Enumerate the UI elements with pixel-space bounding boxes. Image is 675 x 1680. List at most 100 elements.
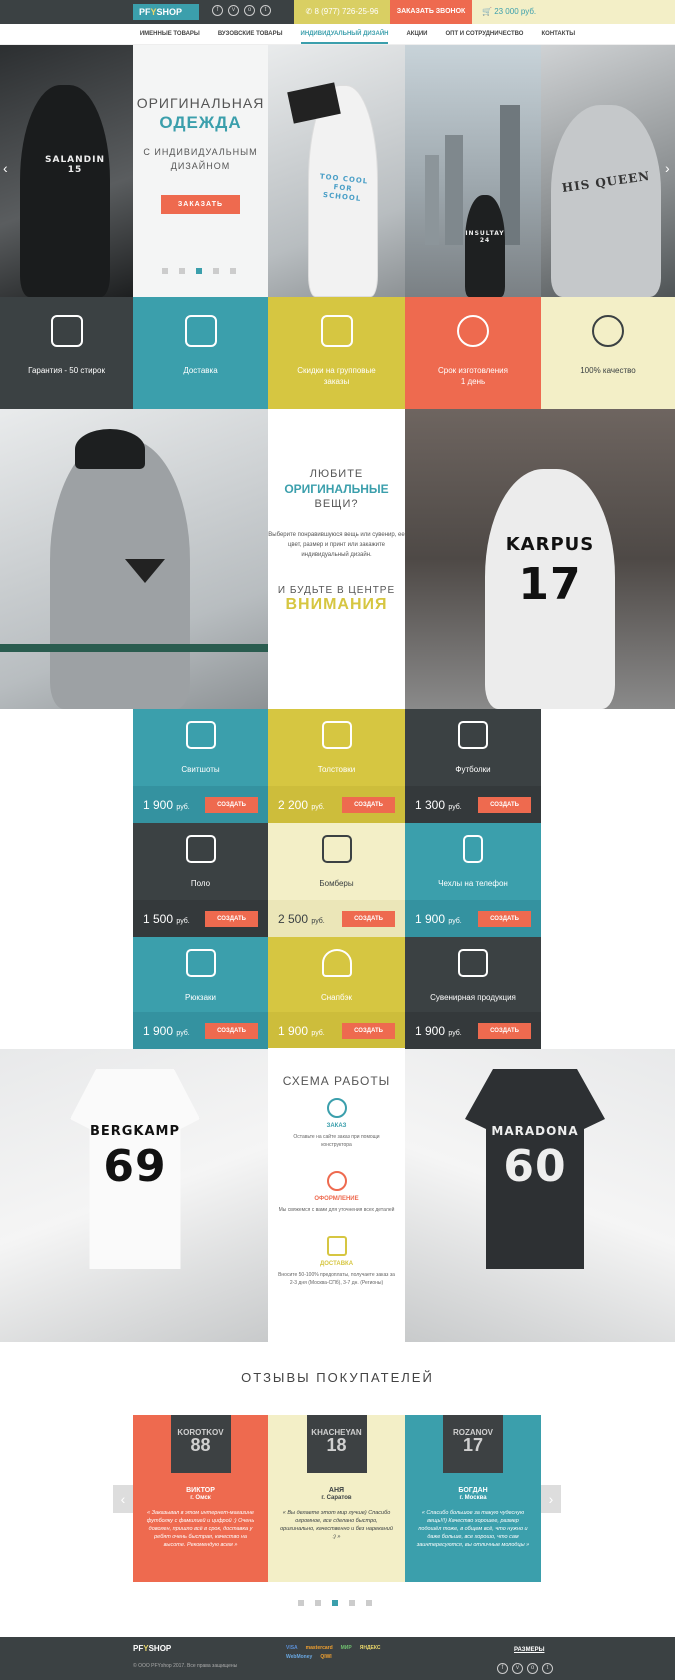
product-tile-bombers[interactable]: Бомберы 2 500 руб. СОЗДАТЬ	[268, 823, 405, 937]
cap-icon	[321, 949, 352, 977]
nav-item-wholesale[interactable]: ОПТ И СОТРУДНИЧЕСТВО	[445, 24, 523, 44]
hero-photo-city: INSULTAY 24	[405, 45, 541, 297]
twitter-icon[interactable]: t	[542, 1663, 553, 1674]
vk-icon[interactable]: v	[512, 1663, 523, 1674]
slider-dot[interactable]	[298, 1600, 304, 1606]
review-card: ROZANOV 17 БОГДАН г. Москва « Спасибо бол…	[405, 1415, 541, 1582]
reviews-prev-arrow[interactable]: ‹	[113, 1485, 133, 1513]
quality-badge-icon	[592, 315, 624, 347]
social-links: f v o t	[212, 5, 271, 16]
polo-icon	[185, 835, 216, 863]
phone-number[interactable]: ✆ 8 (977) 726-25-96	[294, 0, 390, 24]
nav-item-sales[interactable]: АКЦИИ	[406, 24, 427, 44]
create-button[interactable]: СОЗДАТЬ	[205, 1022, 258, 1039]
hero-prev-arrow[interactable]: ‹	[3, 160, 8, 176]
slider-dot-active[interactable]	[196, 268, 202, 274]
reviews-slider-dots	[298, 1600, 372, 1606]
review-card: KHACHEYAN 18 АНЯ г. Саратов « Вы делаете …	[268, 1415, 405, 1582]
facebook-icon[interactable]: f	[212, 5, 223, 16]
product-tile-snapback[interactable]: Снапбэк 1 900 руб. СОЗДАТЬ	[268, 937, 405, 1049]
scheme-step-order: ЗАКАЗ Оставьте на сайте заказ при помощи…	[268, 1098, 405, 1149]
create-button[interactable]: СОЗДАТЬ	[205, 796, 258, 813]
create-button[interactable]: СОЗДАТЬ	[205, 910, 258, 927]
create-button[interactable]: СОЗДАТЬ	[478, 796, 531, 813]
slider-dot[interactable]	[349, 1600, 355, 1606]
nav-item-university[interactable]: ВУЗОВСКИЕ ТОВАРЫ	[218, 24, 283, 44]
slider-dot[interactable]	[230, 268, 236, 274]
hero-order-button[interactable]: ЗАКАЗАТЬ	[160, 195, 241, 214]
odnoklassniki-icon[interactable]: o	[527, 1663, 538, 1674]
hoodie-icon	[321, 721, 352, 749]
hero-banner-text: ОРИГИНАЛЬНАЯ ОДЕЖДА С ИНДИВИДУАЛЬНЫМ ДИЗА…	[133, 45, 268, 297]
promo-photo-right: KARPUS 17	[405, 409, 675, 709]
avatar: KOROTKOV 88	[170, 1415, 231, 1473]
feature-guarantee: Гарантия - 50 стирок	[0, 297, 133, 409]
speedometer-icon	[457, 315, 489, 347]
reviews-title: ОТЗЫВЫ ПОКУПАТЕЛЕЙ	[241, 1370, 434, 1385]
logo[interactable]: PFYSHOP	[133, 4, 199, 20]
backpack-icon	[185, 949, 216, 977]
product-tile-backpacks[interactable]: Рюкзаки 1 900 руб. СОЗДАТЬ	[133, 937, 268, 1049]
copyright: © ООО PFYshop 2017. Все права защищены	[133, 1663, 238, 1669]
nav-item-contacts[interactable]: КОНТАКТЫ	[541, 24, 575, 44]
slider-dot[interactable]	[162, 268, 168, 274]
hero-next-arrow[interactable]: ›	[665, 160, 670, 176]
product-tile-souvenirs[interactable]: Сувенирная продукция 1 900 руб. СОЗДАТЬ	[405, 937, 541, 1049]
review-card: KOROTKOV 88 ВИКТОР г. Омск « Заказывал в …	[133, 1415, 268, 1582]
qiwi-logo: QIWI	[320, 1654, 332, 1660]
nav-item-named[interactable]: ИМЕННЫЕ ТОВАРЫ	[140, 24, 200, 44]
footer-logo[interactable]: PFYSHOP	[133, 1644, 171, 1653]
webmoney-logo: WebMoney	[286, 1654, 313, 1660]
nav-item-custom-design[interactable]: ИНДИВИДУАЛЬНЫЙ ДИЗАЙН	[300, 24, 389, 44]
slider-dot[interactable]	[315, 1600, 321, 1606]
mir-logo: МИР	[340, 1645, 352, 1651]
create-button[interactable]: СОЗДАТЬ	[342, 796, 395, 813]
promo-text: ЛЮБИТЕ ОРИГИНАЛЬНЫЕ ВЕЩИ? Выберите понра…	[268, 409, 405, 709]
facebook-icon[interactable]: f	[497, 1663, 508, 1674]
slider-dot[interactable]	[179, 268, 185, 274]
cap	[75, 429, 145, 469]
scheme-photo-right: MARADONA 60	[405, 1049, 675, 1342]
scheme-step-processing: ОФОРМЛЕНИЕ Мы свяжемся с вами для уточне…	[268, 1171, 405, 1214]
create-button[interactable]: СОЗДАТЬ	[478, 910, 531, 927]
tshirt-icon	[458, 721, 488, 749]
slider-dot[interactable]	[366, 1600, 372, 1606]
phone-case-icon	[463, 835, 483, 863]
scheme-step-delivery: ДОСТАВКА Вносите 50-100% предоплаты, пол…	[268, 1236, 405, 1287]
footer-social-links: f v o t	[497, 1663, 553, 1674]
hero-photo-girl: TOO COOL FOR SCHOOL	[268, 45, 405, 297]
product-tile-sweatshirts[interactable]: Свитшоты 1 900 руб. СОЗДАТЬ	[133, 709, 268, 823]
product-tile-hoodies[interactable]: Толстовки 2 200 руб. СОЗДАТЬ	[268, 709, 405, 823]
vk-icon[interactable]: v	[228, 5, 239, 16]
avatar: KHACHEYAN 18	[306, 1415, 367, 1473]
create-button[interactable]: СОЗДАТЬ	[342, 910, 395, 927]
visa-logo: VISA	[286, 1645, 298, 1651]
create-button[interactable]: СОЗДАТЬ	[478, 1022, 531, 1039]
hero-title-line1: ОРИГИНАЛЬНАЯ	[136, 95, 265, 111]
hero-title-line2: ОДЕЖДА	[159, 113, 242, 132]
sizes-link[interactable]: РАЗМЕРЫ	[514, 1647, 544, 1653]
odnoklassniki-icon[interactable]: o	[244, 5, 255, 16]
reviews-next-arrow[interactable]: ›	[541, 1485, 561, 1513]
slider-dot[interactable]	[213, 268, 219, 274]
feature-production-time: Срок изготовления 1 день	[405, 297, 541, 409]
scheme-title: СХЕМА РАБОТЫ	[282, 1074, 391, 1088]
twitter-icon[interactable]: t	[260, 5, 271, 16]
headset-icon	[326, 1171, 347, 1191]
washing-machine-icon	[50, 315, 83, 347]
cart[interactable]: 🛒 23 000 руб.	[472, 0, 675, 24]
create-button[interactable]: СОЗДАТЬ	[342, 1022, 395, 1039]
hero-photo-couple: HIS QUEEN	[541, 45, 675, 297]
product-tile-phone-cases[interactable]: Чехлы на телефон 1 900 руб. СОЗДАТЬ	[405, 823, 541, 937]
call-request-button[interactable]: ЗАКАЗАТЬ ЗВОНОК	[390, 0, 472, 24]
footer: PFYSHOP © ООО PFYshop 2017. Все права за…	[0, 1637, 675, 1680]
slider-dot-active[interactable]	[332, 1600, 338, 1606]
feature-delivery: Доставка	[133, 297, 268, 409]
product-tile-tshirts[interactable]: Футболки 1 300 руб. СОЗДАТЬ	[405, 709, 541, 823]
product-tile-polo[interactable]: Поло 1 500 руб. СОЗДАТЬ	[133, 823, 268, 937]
sweatshirt-icon	[185, 721, 216, 749]
phone-call-icon	[326, 1098, 347, 1118]
feature-group-discount: Скидки на групповые заказы	[268, 297, 405, 409]
scheme-photo-left: BERGKAMP 69	[0, 1049, 268, 1342]
hero-subtitle: С ИНДИВИДУАЛЬНЫМ ДИЗАЙНОМ	[143, 147, 258, 171]
